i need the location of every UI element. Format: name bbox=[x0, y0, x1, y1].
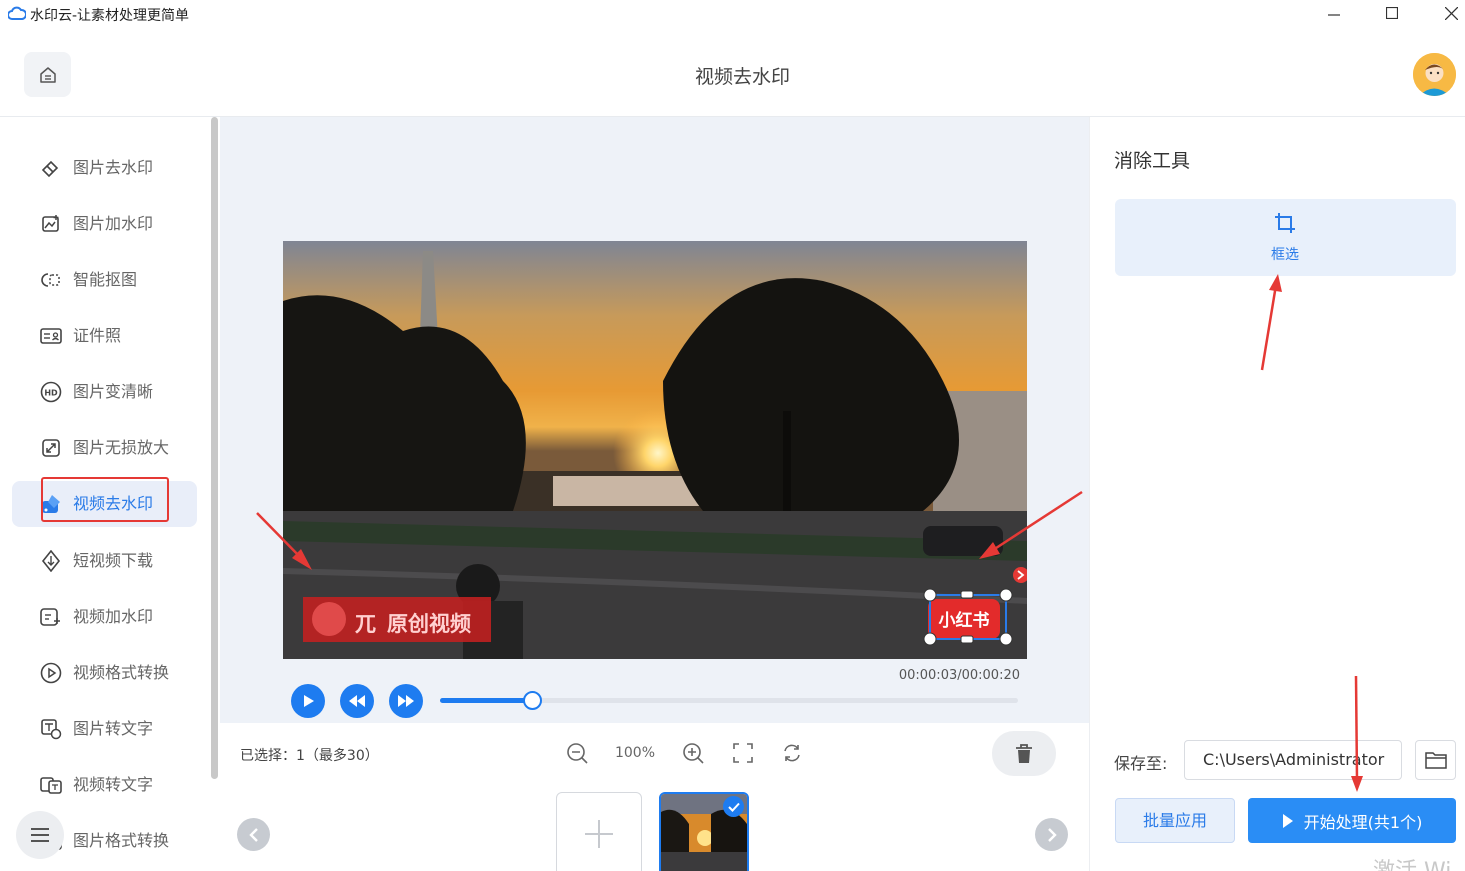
user-avatar-icon bbox=[1413, 53, 1456, 96]
id-card-icon bbox=[40, 325, 62, 347]
fullscreen-icon[interactable] bbox=[731, 741, 755, 765]
playback-time: 00:00:03/00:00:20 bbox=[898, 668, 1020, 683]
sidebar-item-label: 视频格式转换 bbox=[73, 663, 170, 682]
sidebar-item-label: 视频转文字 bbox=[73, 775, 154, 794]
add-video-button[interactable] bbox=[556, 792, 642, 871]
sidebar-item-label: 图片无损放大 bbox=[73, 438, 170, 457]
sidebar-item-label: 图片去水印 bbox=[73, 158, 154, 177]
zoom-in-icon[interactable] bbox=[681, 741, 705, 765]
selected-check-icon bbox=[723, 796, 744, 817]
annotation-arrow-tool bbox=[1260, 274, 1282, 371]
zoom-level: 100% bbox=[614, 745, 656, 761]
rewind-icon bbox=[349, 695, 365, 707]
rewind-button[interactable] bbox=[340, 684, 374, 718]
thumbnails-prev-button[interactable] bbox=[237, 818, 270, 851]
start-processing-label: 开始处理(共1个) bbox=[1303, 812, 1423, 832]
video-preview[interactable]: 兀 原创视频 小红书 bbox=[283, 241, 1027, 659]
minimize-button[interactable] bbox=[1311, 0, 1357, 30]
home-button[interactable] bbox=[24, 52, 71, 97]
home-icon bbox=[39, 66, 56, 83]
progress-fill bbox=[440, 698, 533, 703]
left-watermark-text: 原创视频 bbox=[387, 612, 471, 636]
folder-icon bbox=[1424, 752, 1447, 769]
play-button[interactable] bbox=[291, 684, 325, 718]
app-title: 水印云-让素材处理更简单 bbox=[30, 8, 190, 24]
sidebar-item-label: 智能抠图 bbox=[73, 270, 138, 289]
sidebar-item-label: 图片转文字 bbox=[73, 719, 154, 738]
sidebar-item-label: 图片格式转换 bbox=[73, 831, 170, 850]
chevron-left-icon bbox=[248, 827, 258, 842]
annotation-highlight-box bbox=[41, 477, 169, 522]
sidebar-item-video-format-convert[interactable]: 视频格式转换 bbox=[12, 650, 197, 696]
zoom-out-icon[interactable] bbox=[565, 741, 589, 765]
chevron-right-icon bbox=[1047, 827, 1057, 842]
sidebar-item-label: 图片变清晰 bbox=[73, 382, 154, 401]
cutout-icon bbox=[40, 269, 62, 291]
activation-watermark: 激活 Wi bbox=[1373, 853, 1451, 871]
play-icon bbox=[304, 695, 314, 707]
sidebar-item-video-add-watermark[interactable]: 视频加水印 bbox=[12, 594, 197, 640]
plus-icon bbox=[585, 820, 613, 848]
box-select-tool-button[interactable] bbox=[1115, 199, 1456, 276]
browse-folder-button[interactable] bbox=[1415, 740, 1456, 780]
sidebar-item-label: 短视频下载 bbox=[73, 551, 154, 570]
start-processing-button[interactable]: 开始处理(共1个) bbox=[1248, 798, 1456, 843]
image-add-icon bbox=[40, 213, 62, 235]
thumbnails-next-button[interactable] bbox=[1035, 818, 1068, 851]
save-to-label: 保存至: bbox=[1114, 754, 1168, 773]
sidebar-item-smart-cutout[interactable]: 智能抠图 bbox=[12, 257, 197, 303]
sidebar-item-image-clarity[interactable]: HD 图片变清晰 bbox=[12, 369, 197, 415]
tools-title: 消除工具 bbox=[1114, 150, 1191, 172]
sidebar-scrollbar[interactable] bbox=[211, 117, 218, 779]
close-button[interactable] bbox=[1428, 0, 1465, 30]
page-title: 视频去水印 bbox=[694, 66, 790, 88]
delete-button[interactable] bbox=[992, 731, 1056, 776]
maximize-button[interactable] bbox=[1369, 0, 1415, 30]
download-icon bbox=[40, 550, 62, 572]
cloud-logo-icon bbox=[8, 6, 26, 20]
svg-text:HD: HD bbox=[44, 389, 58, 398]
ocr-icon bbox=[40, 718, 62, 740]
title-bar bbox=[0, 0, 1465, 30]
enlarge-icon bbox=[40, 437, 62, 459]
video-frame-image: 兀 原创视频 小红书 bbox=[283, 241, 1027, 659]
crop-icon bbox=[1275, 213, 1295, 233]
batch-apply-button[interactable]: 批量应用 bbox=[1115, 798, 1235, 843]
svg-text:兀: 兀 bbox=[355, 612, 376, 636]
sidebar-item-label: 证件照 bbox=[73, 326, 122, 345]
trash-icon bbox=[1016, 743, 1032, 763]
video-add-icon bbox=[40, 606, 62, 628]
fast-forward-button[interactable] bbox=[389, 684, 423, 718]
video-text-icon bbox=[40, 774, 62, 796]
avatar[interactable] bbox=[1413, 53, 1456, 96]
box-select-label: 框选 bbox=[1271, 247, 1299, 263]
panel-divider bbox=[1089, 117, 1090, 871]
convert-icon bbox=[40, 662, 62, 684]
sidebar-item-image-to-text[interactable]: 图片转文字 bbox=[12, 706, 197, 752]
sidebar-item-video-to-text[interactable]: 视频转文字 bbox=[12, 762, 197, 808]
menu-icon bbox=[31, 828, 49, 842]
sidebar-item-label: 图片加水印 bbox=[73, 214, 154, 233]
sidebar-item-image-watermark-remove[interactable]: 图片去水印 bbox=[12, 145, 197, 191]
right-watermark-text: 小红书 bbox=[939, 610, 990, 631]
sidebar-item-id-photo[interactable]: 证件照 bbox=[12, 313, 197, 359]
fast-forward-icon bbox=[398, 695, 414, 707]
sidebar-item-lossless-enlarge[interactable]: 图片无损放大 bbox=[12, 425, 197, 471]
play-icon bbox=[1282, 813, 1293, 828]
sidebar-item-image-add-watermark[interactable]: 图片加水印 bbox=[12, 201, 197, 247]
selected-count: 已选择：1（最多30） bbox=[240, 748, 379, 764]
sidebar-item-short-video-download[interactable]: 短视频下载 bbox=[12, 538, 197, 584]
hd-icon: HD bbox=[40, 381, 62, 403]
eraser-icon bbox=[40, 157, 62, 179]
collapse-menu-button[interactable] bbox=[16, 811, 64, 859]
sidebar-item-label: 视频加水印 bbox=[73, 607, 154, 626]
save-path-field[interactable]: C:\Users\Administrator bbox=[1184, 740, 1402, 780]
app-window: 水印云-让素材处理更简单 视频去水印 图片去水印 图片加水印 智能抠图 证件照 … bbox=[0, 0, 1465, 871]
reset-icon[interactable] bbox=[780, 741, 804, 765]
